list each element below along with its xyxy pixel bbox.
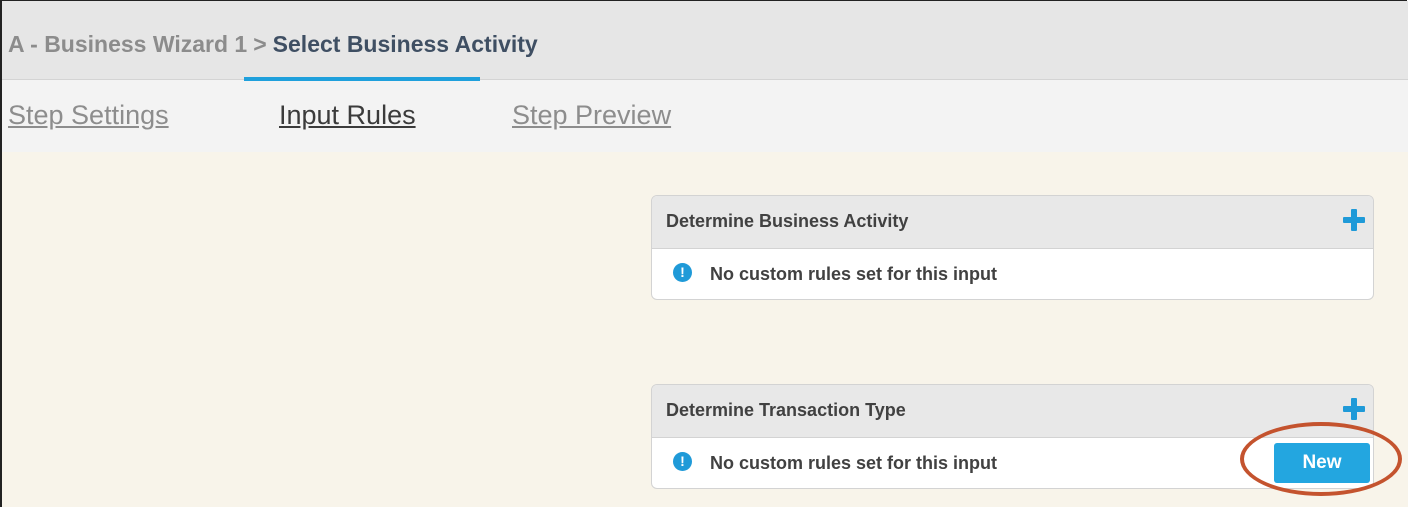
panel-title: Determine Transaction Type bbox=[666, 400, 906, 420]
panel-header: Determine Transaction Type bbox=[652, 385, 1373, 438]
rule-panel-business-activity: Determine Business Activity ! No custom … bbox=[651, 195, 1374, 300]
tab-bar: Step Settings Input Rules Step Preview bbox=[2, 77, 1408, 152]
new-rule-button[interactable]: New bbox=[1274, 443, 1370, 483]
breadcrumb: A - Business Wizard 1 > Select Business Ac… bbox=[8, 31, 538, 58]
tab-step-settings[interactable]: Step Settings bbox=[8, 100, 169, 131]
rule-panel-transaction-type: Determine Transaction Type ! No custom r… bbox=[651, 384, 1374, 489]
breadcrumb-root[interactable]: A - Business Wizard 1 bbox=[8, 31, 247, 57]
tab-input-rules[interactable]: Input Rules bbox=[279, 100, 416, 131]
header-bar: A - Business Wizard 1 > Select Business Ac… bbox=[2, 1, 1408, 80]
breadcrumb-current: Select Business Activity bbox=[272, 31, 538, 57]
panel-header: Determine Business Activity bbox=[652, 196, 1373, 249]
plus-icon[interactable] bbox=[1343, 209, 1365, 231]
no-rules-message: No custom rules set for this input bbox=[710, 264, 998, 284]
info-icon: ! bbox=[673, 263, 692, 282]
panel-body: ! No custom rules set for this input bbox=[652, 249, 1373, 299]
panel-body: ! No custom rules set for this input New bbox=[652, 438, 1373, 488]
no-rules-message: No custom rules set for this input bbox=[710, 453, 998, 473]
panel-title: Determine Business Activity bbox=[666, 211, 909, 231]
tab-step-preview[interactable]: Step Preview bbox=[512, 100, 671, 131]
breadcrumb-separator: > bbox=[253, 31, 267, 57]
info-icon: ! bbox=[673, 452, 692, 471]
active-tab-indicator bbox=[244, 77, 480, 81]
plus-icon[interactable] bbox=[1343, 398, 1365, 420]
